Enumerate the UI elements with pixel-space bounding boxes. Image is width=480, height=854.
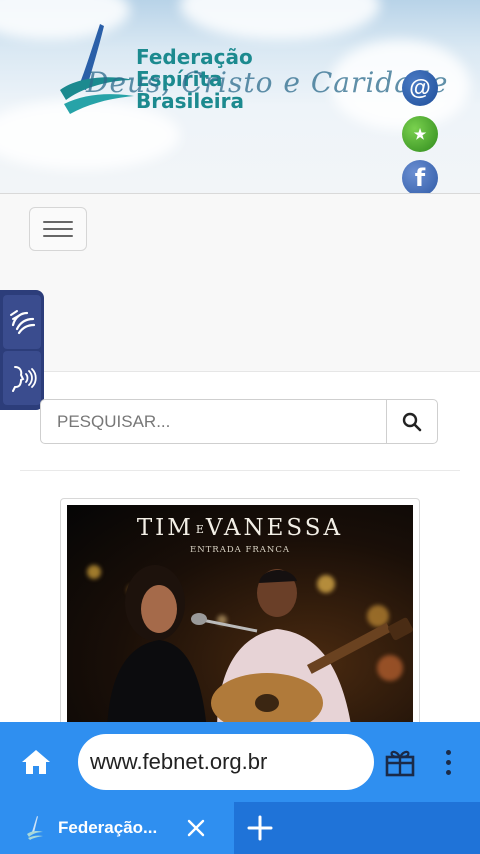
hamburger-line xyxy=(43,221,73,223)
email-icon[interactable]: @ xyxy=(402,70,438,106)
promo-title-joiner: E xyxy=(195,522,204,536)
more-dot xyxy=(445,749,451,755)
sign-language-button[interactable] xyxy=(3,295,41,349)
more-vertical-icon[interactable] xyxy=(436,744,460,780)
logo-text-line-1: Federação xyxy=(136,45,253,69)
hamburger-line xyxy=(43,235,73,237)
navigation-bar xyxy=(0,194,480,372)
cloud-decoration xyxy=(180,0,380,40)
browser-toolbar xyxy=(0,722,480,802)
sign-language-icon xyxy=(10,310,36,335)
close-icon[interactable] xyxy=(184,816,208,840)
gift-icon[interactable] xyxy=(384,746,416,778)
promo-poster-image: TIM EVANESSA ENTRADA FRANCA xyxy=(67,505,413,731)
browser-tab-strip: Federação... xyxy=(0,802,480,854)
search-icon xyxy=(402,412,422,431)
promo-subtitle: ENTRADA FRANCA xyxy=(189,545,291,555)
speech-reader-button[interactable] xyxy=(3,351,41,405)
esperanto-star-icon[interactable]: ★ xyxy=(402,116,438,152)
plus-icon[interactable] xyxy=(246,814,274,842)
search-button[interactable] xyxy=(386,399,438,444)
promo-banner[interactable]: TIM EVANESSA ENTRADA FRANCA xyxy=(60,498,420,738)
site-header: Federação Espírita Brasileira Deus, Cris… xyxy=(0,0,480,194)
search-input[interactable] xyxy=(40,399,387,444)
facebook-icon[interactable]: f xyxy=(402,160,438,193)
promo-title-left: TIM xyxy=(136,515,194,541)
accessibility-toolbar xyxy=(0,290,44,410)
site-favicon-icon xyxy=(27,816,43,840)
tab-title: Federação... xyxy=(58,818,158,837)
speech-reader-icon xyxy=(12,366,37,392)
browser-tab[interactable]: Federação... xyxy=(0,802,234,854)
address-bar[interactable] xyxy=(78,734,374,790)
site-motto: Deus, Cristo e Caridade xyxy=(86,66,449,99)
promo-title: TIM EVANESSA xyxy=(67,515,413,541)
more-dot xyxy=(445,769,451,775)
hamburger-line xyxy=(43,228,73,230)
home-icon[interactable] xyxy=(20,748,52,776)
hamburger-menu-button[interactable] xyxy=(29,207,87,251)
more-dot xyxy=(445,759,451,765)
promo-title-right: VANESSA xyxy=(205,515,344,541)
content-divider xyxy=(20,470,460,471)
